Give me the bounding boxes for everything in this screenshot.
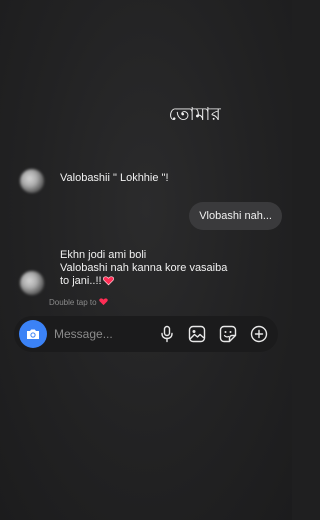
- microphone-icon: [161, 325, 173, 343]
- heart-icon: [102, 276, 114, 286]
- sticker-icon: [219, 325, 237, 343]
- avatar[interactable]: [20, 169, 44, 193]
- message-line: Ekhn jodi ami boli: [60, 249, 147, 261]
- message-input[interactable]: Message...: [54, 316, 113, 352]
- double-tap-hint: Double tap to: [49, 297, 108, 308]
- incoming-message[interactable]: Ekhn jodi ami boli Valobashi nah kanna k…: [60, 249, 250, 288]
- chat-title: তোমার: [168, 104, 222, 125]
- incoming-message[interactable]: Valobashii " Lokhhie "!: [60, 172, 169, 185]
- more-button[interactable]: [249, 324, 269, 344]
- gallery-button[interactable]: [187, 324, 207, 344]
- plus-icon: [250, 325, 268, 343]
- double-tap-text: Double tap to: [49, 298, 97, 307]
- microphone-button[interactable]: [157, 324, 177, 344]
- camera-icon: [27, 329, 39, 339]
- chat-screen: তোমার Valobashii " Lokhhie "! Vlobashi n…: [0, 0, 292, 520]
- message-composer: Message...: [14, 316, 278, 352]
- avatar[interactable]: [20, 271, 44, 295]
- message-line-text: to jani..!!: [60, 275, 102, 287]
- heart-icon: [98, 298, 108, 306]
- outgoing-message[interactable]: Vlobashi nah...: [189, 202, 282, 230]
- message-line: Valobashi nah kanna kore vasaiba: [60, 262, 228, 274]
- gallery-icon: [188, 325, 206, 343]
- camera-button[interactable]: [19, 320, 47, 348]
- sticker-button[interactable]: [218, 324, 238, 344]
- message-line: to jani..!!: [60, 275, 250, 288]
